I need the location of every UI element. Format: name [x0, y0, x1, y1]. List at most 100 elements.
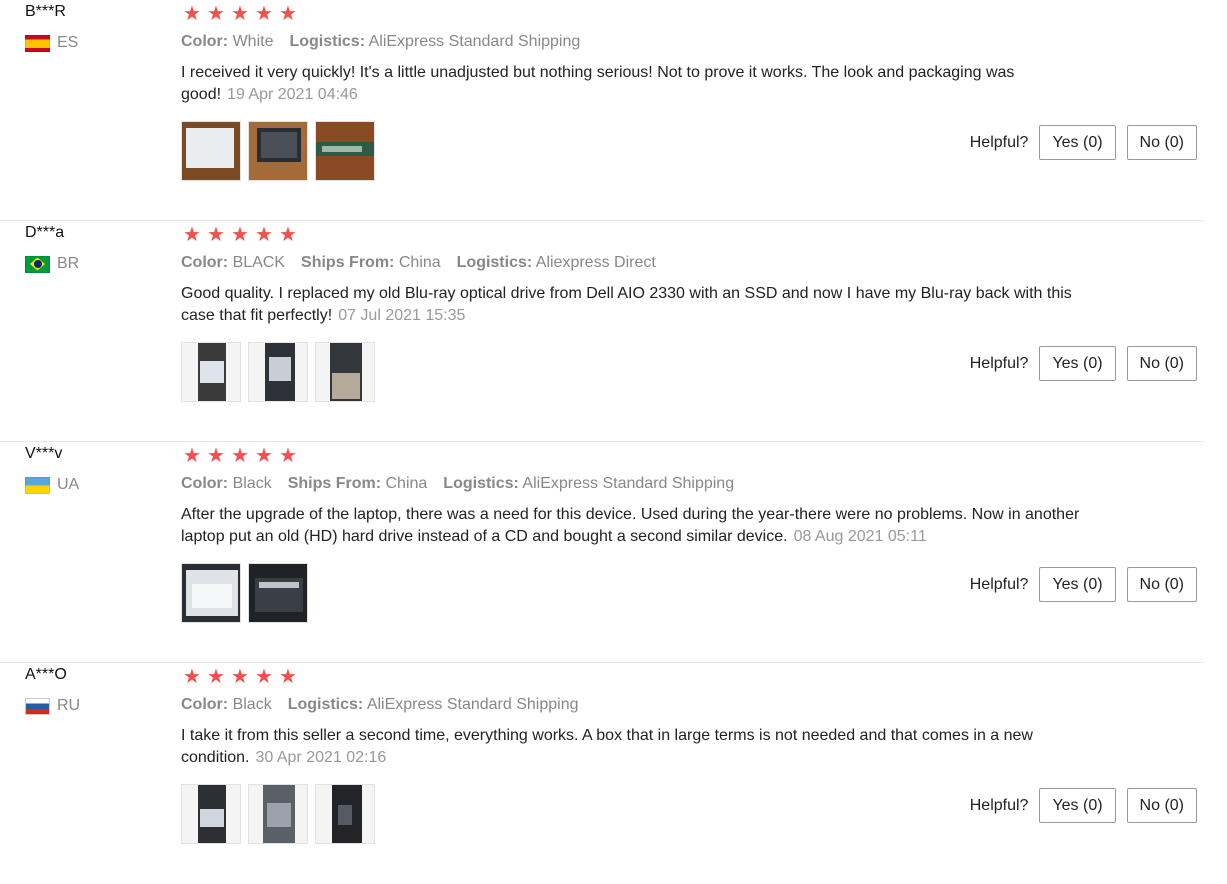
star-icon: ★ [255, 445, 273, 467]
reviewer-name: D***a [25, 224, 65, 241]
helpful-yes-button[interactable]: Yes (0) [1039, 567, 1116, 602]
reviewer-info: D***a BR [25, 223, 79, 273]
helpful-no-button[interactable]: No (0) [1126, 788, 1197, 823]
attr-key: Logistics: [443, 475, 519, 492]
review-attr: Logistics: Aliexpress Direct [457, 253, 656, 273]
attr-value: AliExpress Standard Shipping [368, 33, 581, 50]
attr-value: China [398, 254, 441, 271]
helpful-section: Helpful? Yes (0) No (0) [970, 346, 1197, 381]
star-icon: ★ [279, 224, 297, 246]
attr-value: AliExpress Standard Shipping [522, 475, 735, 492]
helpful-no-button[interactable]: No (0) [1126, 125, 1197, 160]
flag-es-icon [25, 34, 50, 52]
photo-drive-table-icon[interactable] [315, 342, 375, 402]
star-icon: ★ [255, 666, 273, 688]
country-code: RU [57, 697, 81, 714]
photo-white-drive-icon[interactable] [181, 121, 241, 181]
helpful-label: Helpful? [969, 796, 1029, 814]
review-attr: Ships From: China [288, 474, 428, 494]
helpful-yes-button[interactable]: Yes (0) [1039, 346, 1116, 381]
country-code: UA [57, 476, 80, 493]
review-date: 07 Jul 2021 15:35 [338, 307, 466, 324]
photo-drive-disc-icon[interactable] [248, 784, 308, 844]
photo-drive-package-icon[interactable] [181, 563, 241, 623]
review-text: After the upgrade of the laptop, there w… [181, 504, 1081, 548]
review-attr: Logistics: AliExpress Standard Shipping [443, 474, 734, 494]
photo-drive-box-icon[interactable] [181, 342, 241, 402]
star-icon: ★ [207, 224, 225, 246]
star-icon: ★ [183, 3, 201, 25]
star-icon: ★ [231, 3, 249, 25]
review-attr: Logistics: AliExpress Standard Shipping [289, 32, 580, 52]
attr-value: China [385, 475, 428, 492]
review-content: ★ ★ ★ ★ ★ Color: White Logistics: AliExpress … [181, 4, 1091, 181]
photo-drive-front-icon[interactable] [181, 784, 241, 844]
review-attr: Color: Black [181, 474, 272, 494]
helpful-label: Helpful? [969, 133, 1029, 151]
review-date: 19 Apr 2021 04:46 [227, 86, 358, 103]
flag-br-icon [25, 255, 50, 273]
star-icon: ★ [231, 224, 249, 246]
country-code: ES [57, 34, 79, 51]
helpful-no-button[interactable]: No (0) [1126, 346, 1197, 381]
helpful-label: Helpful? [969, 354, 1029, 372]
star-icon: ★ [183, 666, 201, 688]
photo-drive-angle-icon[interactable] [248, 342, 308, 402]
attr-key: Color: [181, 696, 229, 713]
review-date: 08 Aug 2021 05:11 [793, 528, 927, 545]
photo-drive-bay-icon[interactable] [248, 121, 308, 181]
star-icon: ★ [231, 445, 249, 467]
review-attr: Color: Black [181, 695, 272, 715]
photo-drive-dark-box-icon[interactable] [248, 563, 308, 623]
review-date: 30 Apr 2021 02:16 [255, 749, 387, 766]
helpful-section: Helpful? Yes (0) No (0) [970, 125, 1197, 160]
attr-value: BLACK [232, 254, 286, 271]
review-attr: Logistics: AliExpress Standard Shipping [288, 695, 579, 715]
country-code: BR [57, 255, 80, 272]
review-item: B***R ES ★ ★ ★ ★ ★ Color: White Logistics: Al… [0, 0, 1204, 221]
helpful-label: Helpful? [969, 575, 1029, 593]
star-rating: ★ ★ ★ ★ ★ [181, 225, 1091, 245]
review-content: ★ ★ ★ ★ ★ Color: Black Ships From: China Logis… [181, 446, 1091, 623]
reviewer-name: B***R [25, 3, 66, 20]
helpful-no-button[interactable]: No (0) [1126, 567, 1197, 602]
star-icon: ★ [183, 445, 201, 467]
attr-key: Logistics: [287, 696, 364, 713]
photo-drive-back-icon[interactable] [315, 784, 375, 844]
helpful-section: Helpful? Yes (0) No (0) [970, 567, 1197, 602]
review-photos [181, 784, 1091, 844]
reviewer-country: RU [25, 697, 80, 715]
review-content: ★ ★ ★ ★ ★ Color: BLACK Ships From: China Logis… [181, 225, 1091, 402]
attr-key: Color: [181, 33, 229, 50]
attr-value: White [232, 33, 274, 50]
helpful-yes-button[interactable]: Yes (0) [1039, 788, 1116, 823]
review-attributes: Color: Black Logistics: AliExpress Standa… [181, 695, 1091, 715]
star-icon: ★ [279, 3, 297, 25]
review-text: I received it very quickly! It's a littl… [181, 62, 1081, 106]
review-attr: Color: BLACK [181, 253, 285, 273]
review-body: After the upgrade of the laptop, there w… [181, 506, 1080, 545]
reviewer-name: V***v [25, 445, 63, 462]
reviewer-info: B***R ES [25, 2, 78, 52]
star-icon: ★ [207, 3, 225, 25]
star-rating: ★ ★ ★ ★ ★ [181, 4, 1091, 24]
attr-value: Aliexpress Direct [535, 254, 656, 271]
helpful-yes-button[interactable]: Yes (0) [1039, 125, 1116, 160]
photo-drive-connector-icon[interactable] [315, 121, 375, 181]
review-item: D***a BR ★ ★ ★ ★ ★ Color: BLACK Ships From: C… [0, 221, 1204, 442]
review-content: ★ ★ ★ ★ ★ Color: Black Logistics: AliExpress … [181, 667, 1091, 844]
attr-value: AliExpress Standard Shipping [366, 696, 579, 713]
attr-key: Color: [181, 254, 229, 271]
helpful-section: Helpful? Yes (0) No (0) [970, 788, 1197, 823]
reviewer-country: BR [25, 255, 79, 273]
attr-value: Black [232, 696, 272, 713]
flag-ru-icon [25, 697, 50, 715]
reviewer-country: ES [25, 34, 78, 52]
review-text: Good quality. I replaced my old Blu-ray … [181, 283, 1081, 327]
review-body: Good quality. I replaced my old Blu-ray … [181, 285, 1072, 324]
attr-key: Ships From: [301, 254, 395, 271]
review-photos [181, 563, 1091, 623]
star-rating: ★ ★ ★ ★ ★ [181, 446, 1091, 466]
review-item: V***v UA ★ ★ ★ ★ ★ Color: Black Ships From: C… [0, 442, 1204, 663]
review-photos [181, 342, 1091, 402]
